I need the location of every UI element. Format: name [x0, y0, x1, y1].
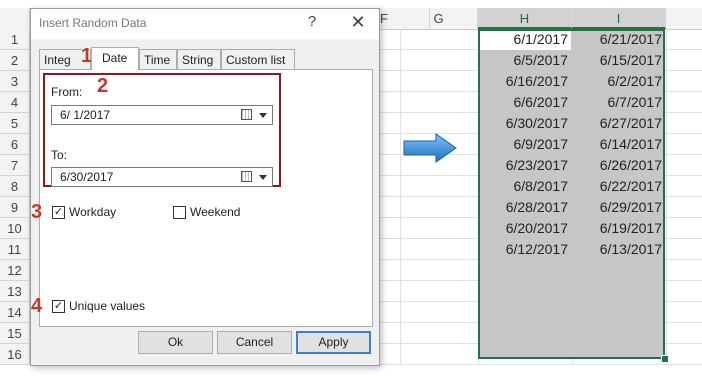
cell-h[interactable]: 6/23/2017 — [478, 155, 572, 176]
column-header-g[interactable]: G — [400, 8, 478, 29]
dialog-title: Insert Random Data — [39, 16, 147, 30]
tab-date[interactable]: Date — [91, 47, 139, 70]
cell-i[interactable]: 6/19/2017 — [572, 218, 666, 239]
column-header-i[interactable]: I — [572, 8, 666, 29]
cell-h[interactable]: 6/20/2017 — [478, 218, 572, 239]
cell-h[interactable]: 6/5/2017 — [478, 50, 572, 71]
row-header[interactable]: 4 — [0, 92, 30, 113]
cell-i[interactable]: 6/29/2017 — [572, 197, 666, 218]
row-header[interactable]: 9 — [0, 197, 30, 218]
tab-custom-list[interactable]: Custom list — [221, 49, 295, 69]
gridline-vertical — [400, 29, 401, 365]
row-header[interactable]: 11 — [0, 239, 30, 260]
row-header[interactable]: 14 — [0, 302, 30, 323]
to-date-value: 6/30/2017 — [60, 170, 114, 184]
cancel-button[interactable]: Cancel — [217, 331, 292, 354]
cell-h[interactable]: 6/12/2017 — [478, 239, 572, 260]
row-header[interactable]: 1 — [0, 29, 30, 50]
gridline-vertical — [666, 29, 667, 365]
from-date-picker[interactable]: 6/ 1/2017 — [51, 105, 273, 125]
cell-h[interactable]: 6/8/2017 — [478, 176, 572, 197]
cell-h[interactable]: 6/30/2017 — [478, 113, 572, 134]
row-header[interactable]: 8 — [0, 176, 30, 197]
calendar-icon — [241, 171, 252, 182]
cell-i[interactable]: 6/2/2017 — [572, 71, 666, 92]
column-header-j[interactable] — [666, 8, 702, 29]
from-date-value: 6/ 1/2017 — [60, 108, 111, 122]
row-header[interactable]: 5 — [0, 113, 30, 134]
callout-2: 2 — [97, 75, 109, 97]
row-header[interactable]: 10 — [0, 218, 30, 239]
cell-i[interactable]: 6/13/2017 — [572, 239, 666, 260]
checkbox-unchecked-icon[interactable] — [173, 206, 186, 219]
weekend-label: Weekend — [190, 205, 241, 219]
cell-h[interactable]: 6/16/2017 — [478, 71, 572, 92]
apply-button[interactable]: Apply — [296, 331, 371, 354]
row-header[interactable]: 7 — [0, 155, 30, 176]
cell-h[interactable]: 6/9/2017 — [478, 134, 572, 155]
from-label: From: — [51, 85, 83, 99]
dialog-titlebar[interactable]: Insert Random Data ? ✕ — [31, 9, 379, 39]
cell-i[interactable]: 6/26/2017 — [572, 155, 666, 176]
callout-4: 4 — [31, 295, 43, 317]
insert-random-data-dialog: Insert Random Data ? ✕ Integ Date Time S… — [30, 8, 380, 366]
cell-h[interactable]: 6/1/2017 — [478, 29, 572, 50]
to-date-picker[interactable]: 6/30/2017 — [51, 167, 273, 187]
to-label: To: — [51, 148, 68, 162]
close-button[interactable]: ✕ — [347, 12, 369, 33]
cell-i[interactable]: 6/22/2017 — [572, 176, 666, 197]
cell-i[interactable]: 6/15/2017 — [572, 50, 666, 71]
tab-string[interactable]: String — [177, 49, 221, 69]
right-arrow-icon — [403, 133, 457, 163]
checkbox-checked-icon[interactable]: ✓ — [52, 300, 65, 313]
cell-i[interactable]: 6/27/2017 — [572, 113, 666, 134]
row-header[interactable]: 13 — [0, 281, 30, 302]
row-header[interactable]: 6 — [0, 134, 30, 155]
cell-h[interactable]: 6/6/2017 — [478, 92, 572, 113]
row-header[interactable]: 3 — [0, 71, 30, 92]
help-button[interactable]: ? — [301, 13, 323, 30]
cell-h[interactable]: 6/28/2017 — [478, 197, 572, 218]
callout-3: 3 — [31, 201, 43, 223]
workday-label: Workday — [69, 205, 117, 219]
column-header-h[interactable]: H — [478, 8, 572, 29]
cell-i[interactable]: 6/14/2017 — [572, 134, 666, 155]
chevron-down-icon[interactable] — [259, 113, 267, 118]
cell-i[interactable]: 6/21/2017 — [572, 29, 666, 50]
select-all-corner[interactable] — [0, 8, 30, 29]
checkbox-checked-icon[interactable]: ✓ — [52, 206, 65, 219]
chevron-down-icon[interactable] — [259, 175, 267, 180]
ok-button[interactable]: Ok — [138, 331, 213, 354]
row-header[interactable]: 15 — [0, 323, 30, 344]
calendar-icon — [241, 109, 252, 120]
fill-handle[interactable] — [661, 355, 669, 363]
tab-time[interactable]: Time — [139, 49, 177, 69]
unique-values-label: Unique values — [69, 299, 146, 313]
row-header[interactable]: 2 — [0, 50, 30, 71]
cell-i[interactable]: 6/7/2017 — [572, 92, 666, 113]
row-header[interactable]: 16 — [0, 344, 30, 365]
row-header[interactable]: 12 — [0, 260, 30, 281]
